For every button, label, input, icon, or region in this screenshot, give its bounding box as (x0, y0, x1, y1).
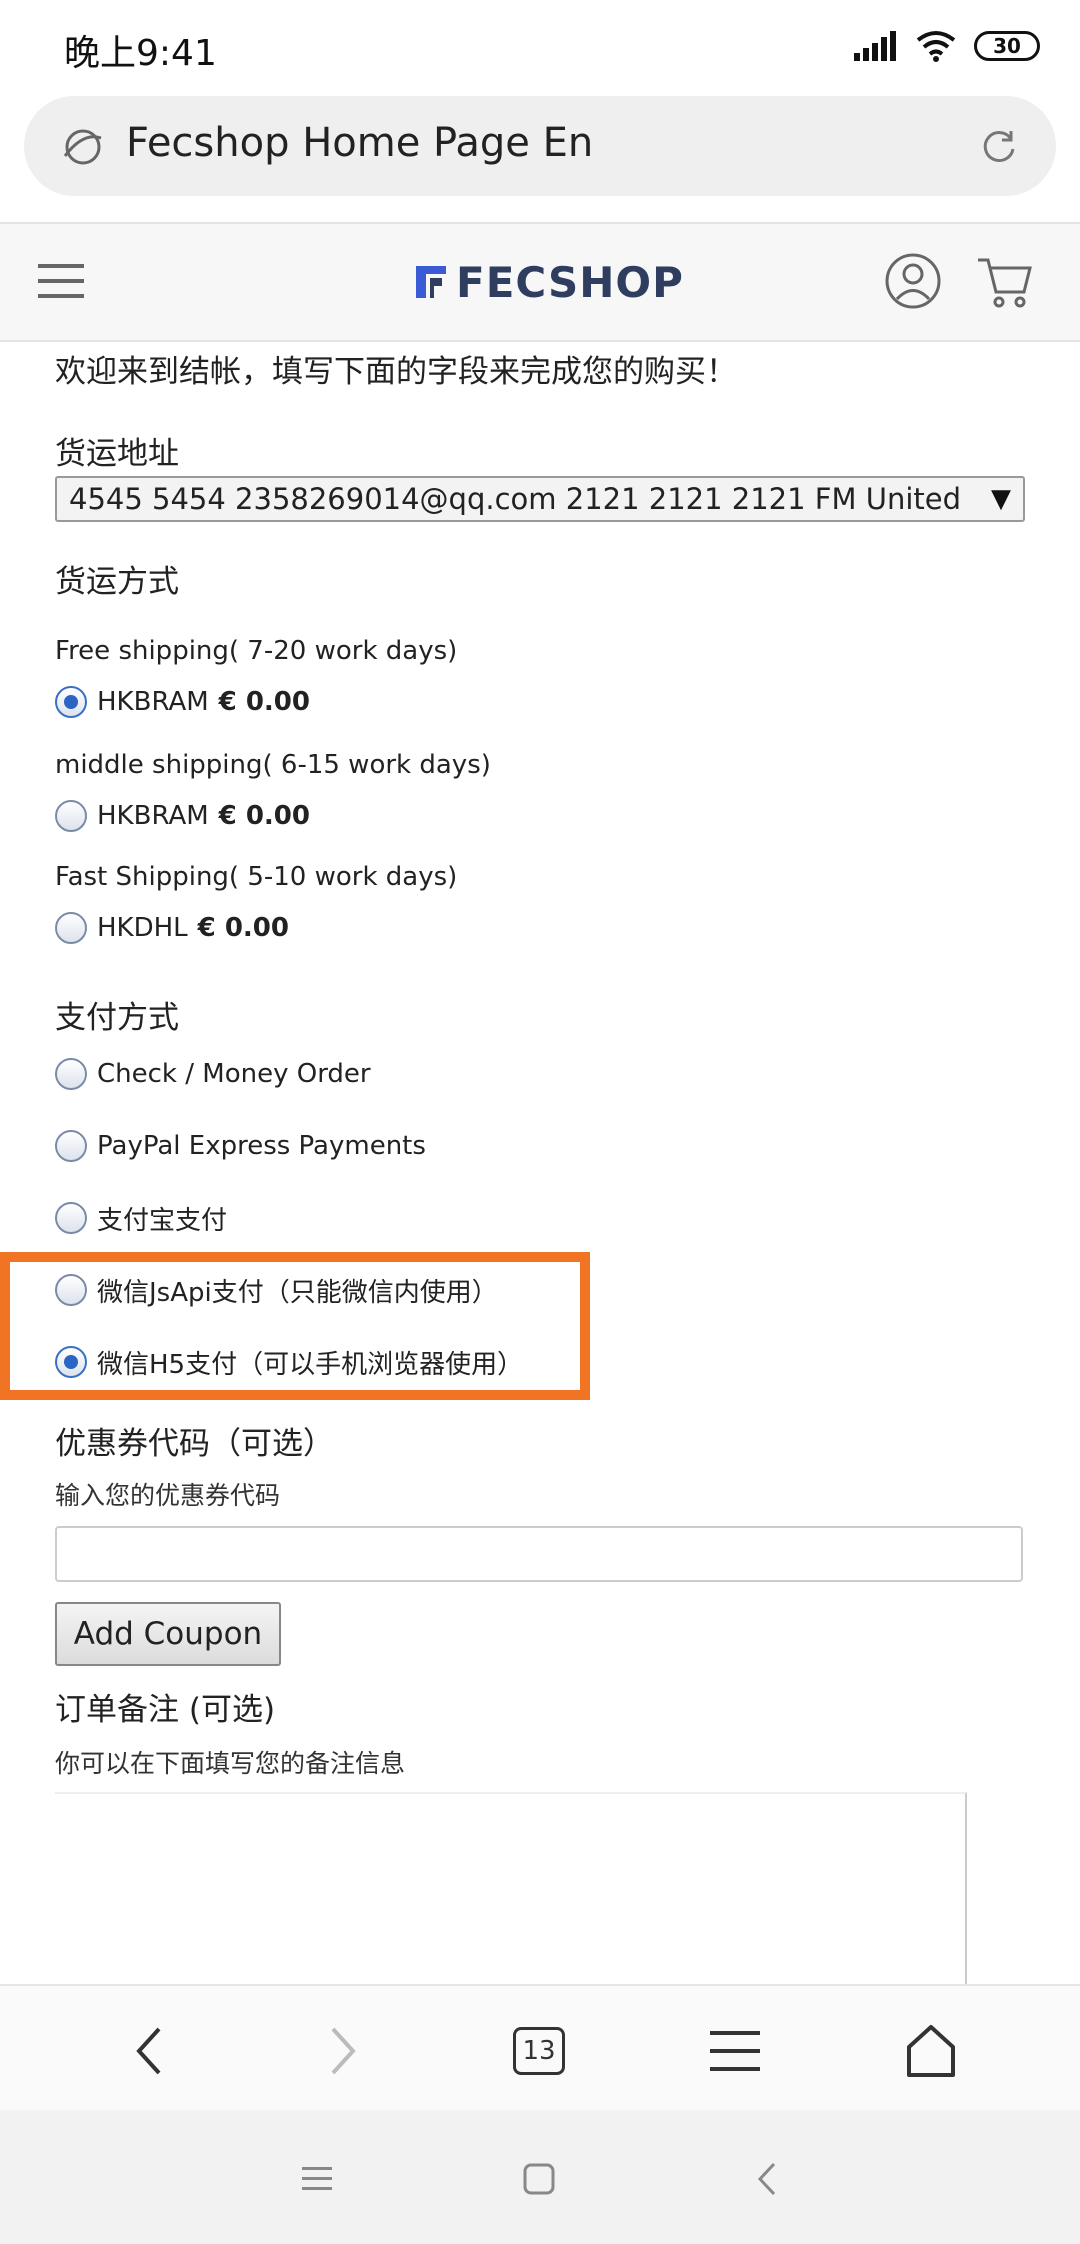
shipping-option-fast[interactable]: HKDHL € 0.00 (55, 908, 289, 948)
status-time: 晚上9:41 (64, 33, 217, 74)
dropdown-arrow-icon: ▼ (991, 484, 1011, 514)
coupon-heading: 优惠券代码（可选） (55, 1426, 334, 1462)
recent-apps-icon[interactable] (292, 2154, 342, 2204)
shipping-option-label: Fast Shipping( 5-10 work days) (55, 862, 458, 892)
menu-lines-icon[interactable] (700, 2016, 770, 2086)
shipping-address-value: 4545 5454 2358269014@qq.com 2121 2121 21… (69, 482, 969, 516)
payment-option-alipay[interactable]: 支付宝支付 (55, 1198, 227, 1238)
reload-icon[interactable] (978, 126, 1020, 168)
shipping-option-label: middle shipping( 6-15 work days) (55, 750, 491, 780)
system-back-icon[interactable] (742, 2154, 792, 2204)
status-icons: 30 (854, 28, 1040, 64)
radio-button[interactable] (55, 1130, 87, 1162)
tabs-button[interactable]: 13 (504, 2016, 574, 2086)
globe-icon (63, 129, 102, 165)
order-notes-textarea[interactable] (55, 1792, 967, 1992)
add-coupon-button[interactable]: Add Coupon (55, 1602, 281, 1666)
shipping-option-middle[interactable]: HKBRAM € 0.00 (55, 796, 310, 836)
site-logo[interactable]: FECSHOP (412, 252, 684, 312)
radio-button[interactable] (55, 1202, 87, 1234)
browser-address-bar[interactable]: Fecshop Home Page En (24, 96, 1056, 196)
tab-count: 13 (513, 2027, 565, 2075)
battery-level: 30 (993, 34, 1021, 58)
signal-icon (854, 31, 896, 61)
shipping-option-free[interactable]: HKBRAM € 0.00 (55, 682, 310, 722)
radio-button[interactable] (55, 912, 87, 944)
payment-option-paypal[interactable]: PayPal Express Payments (55, 1126, 426, 1166)
logo-mark-icon (416, 266, 446, 298)
shipping-carrier: HKBRAM (97, 687, 209, 717)
payment-option-label: 支付宝支付 (97, 1205, 228, 1236)
status-bar: 晚上9:41 30 (0, 0, 1080, 92)
browser-bottom-nav: 13 (0, 1984, 1080, 2110)
back-arrow-icon[interactable] (114, 2016, 184, 2086)
payment-option-check[interactable]: Check / Money Order (55, 1054, 371, 1094)
coupon-hint: 输入您的优惠券代码 (55, 1481, 281, 1510)
welcome-text: 欢迎来到结帐，填写下面的字段来完成您的购买！ (55, 354, 737, 390)
home-square-icon[interactable] (514, 2154, 564, 2204)
system-nav-bar (0, 2110, 1080, 2244)
payment-method-heading: 支付方式 (55, 1000, 179, 1036)
shipping-option-label: Free shipping( 7-20 work days) (55, 636, 458, 666)
logo-text: FECSHOP (456, 257, 684, 307)
radio-button[interactable] (55, 1058, 87, 1090)
shipping-carrier: HKBRAM (97, 801, 209, 831)
order-notes-hint: 你可以在下面填写您的备注信息 (55, 1749, 406, 1778)
account-icon[interactable] (884, 252, 942, 310)
payment-option-label: PayPal Express Payments (97, 1131, 426, 1161)
battery-icon: 30 (974, 31, 1040, 61)
shipping-price: € 0.00 (218, 801, 310, 831)
shipping-price: € 0.00 (218, 687, 310, 717)
shipping-method-heading: 货运方式 (55, 564, 179, 600)
coupon-code-input[interactable] (55, 1526, 1023, 1582)
home-icon[interactable] (896, 2016, 966, 2086)
hamburger-menu-icon[interactable] (38, 264, 84, 300)
address-title[interactable]: Fecshop Home Page En (126, 120, 593, 166)
cart-icon[interactable] (974, 252, 1034, 312)
shipping-price: € 0.00 (197, 913, 289, 943)
shipping-address-heading: 货运地址 (55, 436, 179, 472)
payment-option-label: Check / Money Order (97, 1059, 371, 1089)
forward-arrow-icon[interactable] (308, 2016, 378, 2086)
radio-button-checked[interactable] (55, 686, 87, 718)
wifi-icon (916, 31, 956, 62)
shipping-carrier: HKDHL (97, 913, 188, 943)
radio-button[interactable] (55, 800, 87, 832)
shipping-address-select[interactable]: 4545 5454 2358269014@qq.com 2121 2121 21… (55, 476, 1025, 522)
order-notes-heading: 订单备注 (可选) (55, 1692, 276, 1728)
highlight-annotation (0, 1252, 590, 1400)
site-header: FECSHOP (0, 222, 1080, 342)
